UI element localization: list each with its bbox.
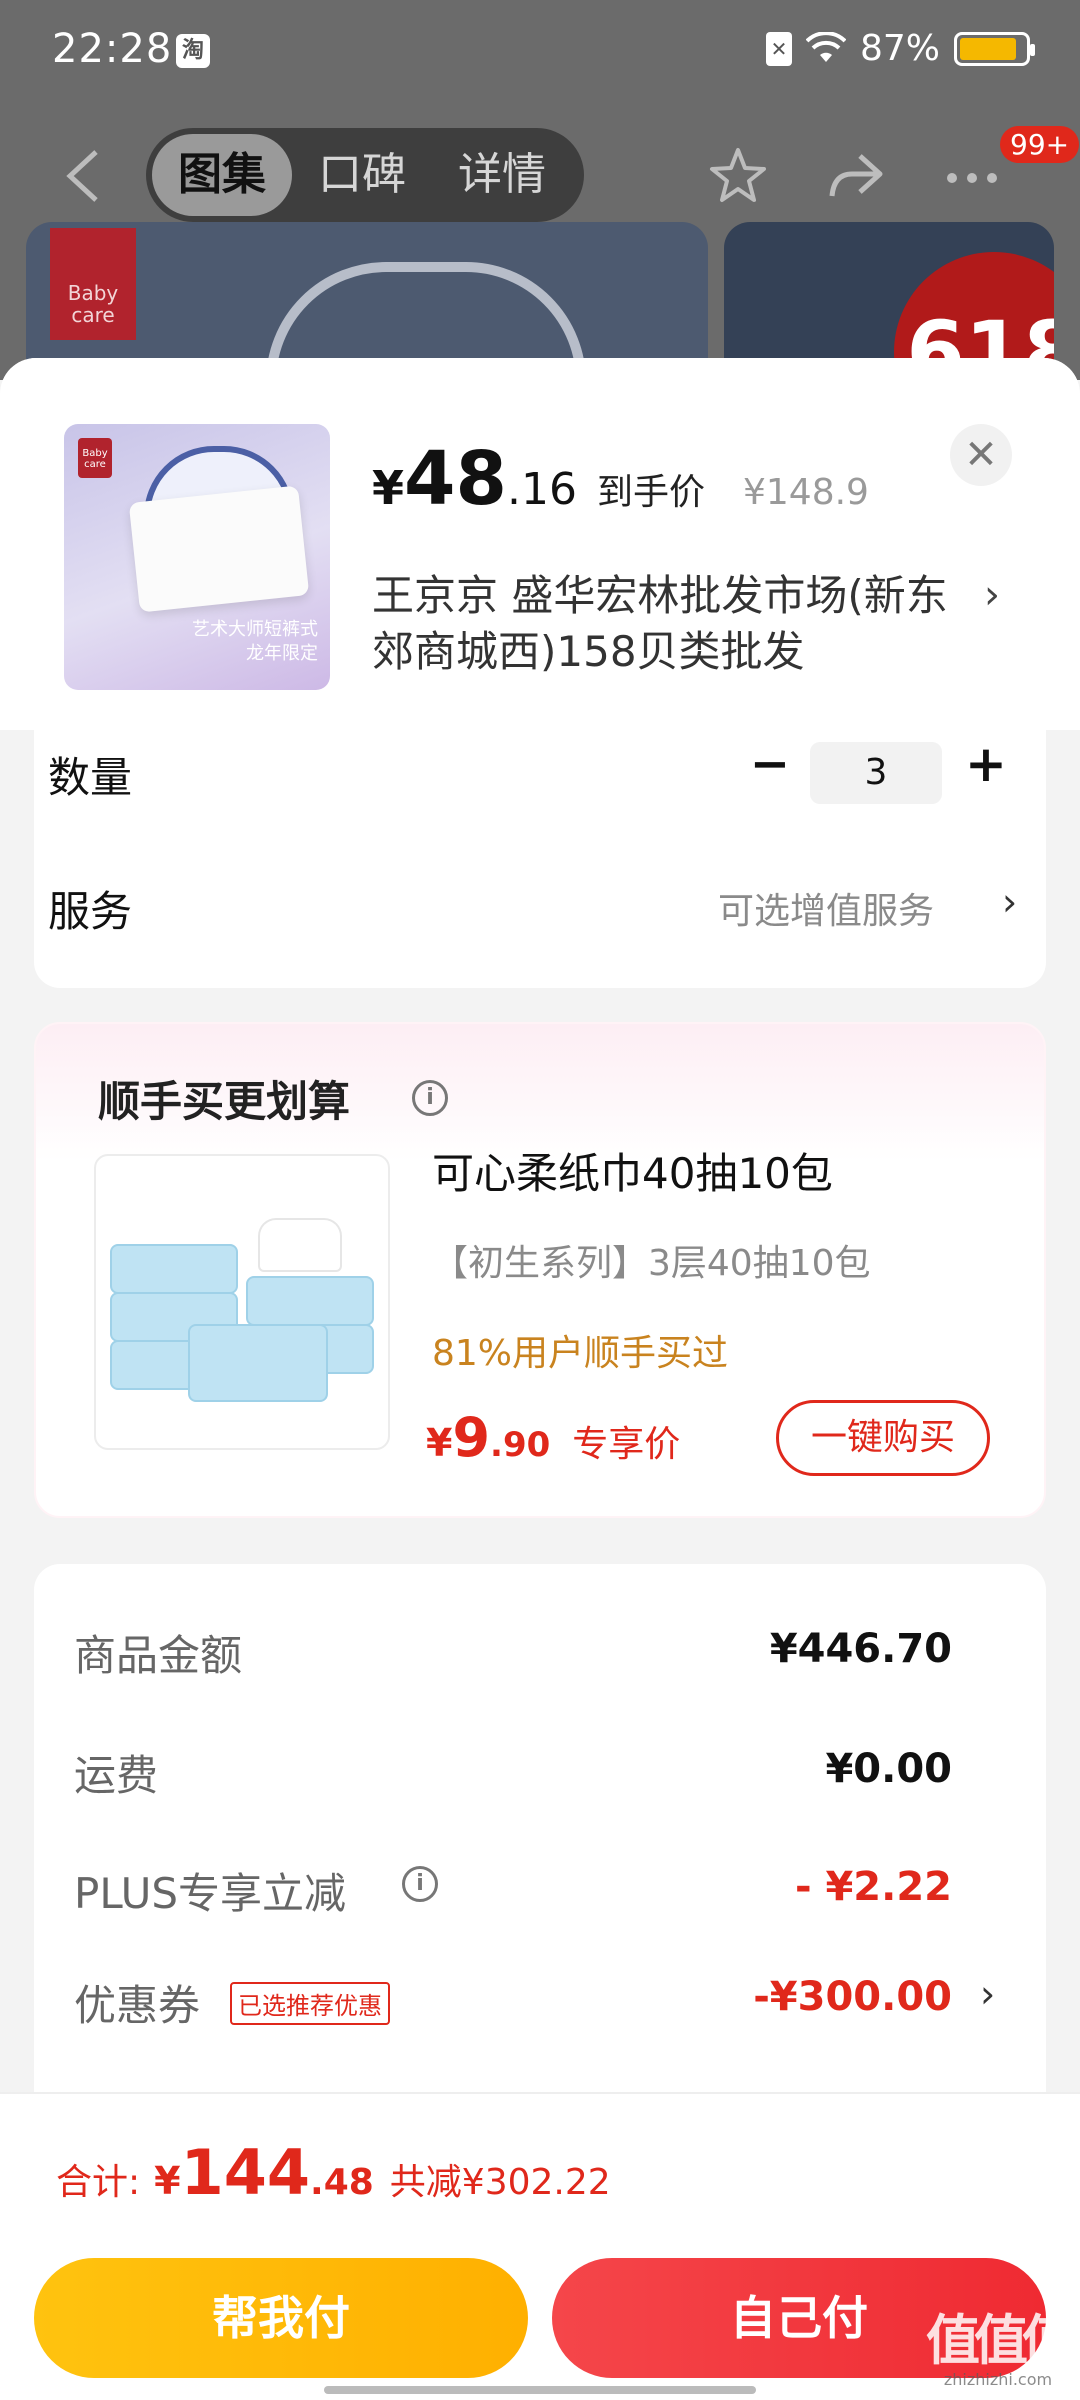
coupon-label: 优惠券 — [74, 1981, 201, 2030]
plus-discount-label: PLUS专享立减 — [74, 1869, 347, 1918]
media-tab-group: 图集 口碑 详情 — [146, 128, 584, 222]
quantity-service-card: 数量 − 3 + 服务 可选增值服务 › — [34, 730, 1046, 988]
original-price: ¥148.9 — [743, 472, 869, 513]
tissue-pack-graphic — [110, 1244, 238, 1294]
close-icon[interactable]: ✕ — [950, 424, 1012, 486]
no-sim-icon: ✕ — [765, 31, 792, 66]
one-click-buy-button[interactable]: 一键购买 — [776, 1400, 990, 1476]
total-savings: 共减¥302.22 — [389, 2162, 611, 2203]
battery-percent: 87% — [859, 28, 940, 69]
addon-recommendation-card: 顺手买更划算 i 可心柔纸巾40抽10包 【初生系列】3层40抽10包 81%用… — [34, 1022, 1046, 1518]
plus-discount-value: - ¥2.22 — [794, 1864, 952, 1910]
addon-purchase-stat: 81%用户顺手买过 — [432, 1333, 729, 1374]
watermark-domain: zhizhizhi.com — [943, 2370, 1053, 2389]
total-integer: 144 — [180, 2136, 311, 2209]
addon-product-image[interactable] — [94, 1154, 390, 1450]
watermark-logo: 值值值 zhizhizhi.com — [926, 2309, 1076, 2390]
info-icon[interactable]: i — [412, 1080, 448, 1116]
thumb-caption-line1: 艺术大师短裤式 — [192, 619, 318, 640]
shipping-value: ¥0.00 — [825, 1746, 952, 1792]
checkout-footer: 合计: ¥ 144 .48 共减¥302.22 帮我付 自己付 — [0, 2092, 1080, 2400]
addon-title: 顺手买更划算 — [98, 1077, 351, 1126]
sheet-header: Baby care 艺术大师短裤式 龙年限定 ¥ 48 .16 到手价 ¥148… — [0, 358, 1080, 730]
subtotal-label: 商品金额 — [74, 1631, 243, 1680]
addon-price-currency: ¥ — [426, 1421, 453, 1465]
tissue-pack-graphic — [246, 1276, 374, 1326]
thumb-pack-graphic — [128, 485, 310, 613]
message-count-badge: 99+ — [1000, 126, 1080, 163]
addon-price-integer: 9 — [452, 1406, 491, 1469]
subtotal-value: ¥446.70 — [769, 1626, 952, 1672]
more-menu-icon[interactable] — [940, 144, 1004, 208]
product-thumbnail[interactable]: Baby care 艺术大师短裤式 龙年限定 — [64, 424, 330, 690]
quantity-stepper[interactable]: 3 — [810, 742, 942, 804]
status-bar: 22:28 淘 ✕ 87% — [0, 0, 1080, 100]
home-indicator[interactable] — [324, 2386, 756, 2394]
ask-friend-pay-button[interactable]: 帮我付 — [34, 2258, 528, 2378]
service-label: 服务 — [48, 887, 133, 936]
shop-name[interactable]: 王京京 盛华宏林批发市场(新东郊商城西)158贝类批发 — [372, 568, 972, 680]
price-decimal: .16 — [507, 464, 577, 515]
battery-icon — [954, 31, 1035, 66]
price-row: ¥ 48 .16 到手价 ¥148.9 — [372, 436, 869, 522]
addon-price-decimal: .90 — [490, 1425, 551, 1465]
tab-reviews[interactable]: 口碑 — [292, 134, 432, 216]
total-label: 合计: — [56, 2162, 141, 2203]
final-price-label: 到手价 — [596, 472, 705, 513]
quantity-increase-button[interactable]: + — [958, 736, 1014, 792]
price-currency: ¥ — [372, 461, 405, 515]
product-nav-bar: 图集 口碑 详情 99+ — [0, 126, 1080, 224]
wifi-icon — [805, 30, 847, 66]
thumb-caption-line2: 龙年限定 — [246, 643, 318, 664]
share-icon[interactable] — [824, 144, 888, 208]
quantity-decrease-button[interactable]: − — [742, 736, 798, 792]
addon-price: ¥ 9 .90 专享价 — [426, 1406, 680, 1469]
status-indicators: ✕ 87% — [765, 28, 1035, 69]
coupon-recommended-tag: 已选推荐优惠 — [230, 1982, 390, 2025]
taobao-notification-icon: 淘 — [176, 34, 210, 68]
tab-gallery[interactable]: 图集 — [152, 134, 292, 216]
back-arrow-icon[interactable] — [60, 148, 106, 204]
battery-level-fill — [960, 37, 1016, 60]
total-decimal: .48 — [310, 2162, 374, 2203]
tissue-sheet-graphic — [260, 1220, 340, 1270]
tab-details[interactable]: 详情 — [432, 134, 572, 216]
quantity-label: 数量 — [48, 753, 133, 802]
brand-logo: Baby care — [50, 228, 136, 340]
thumb-caption: 艺术大师短裤式 龙年限定 — [64, 618, 330, 666]
chevron-right-icon[interactable]: › — [1002, 880, 1017, 924]
info-icon[interactable]: i — [402, 1866, 438, 1902]
service-option[interactable]: 可选增值服务 — [718, 882, 934, 934]
coupon-value[interactable]: -¥300.00 — [753, 1974, 952, 2020]
addon-product-name[interactable]: 可心柔纸巾40抽10包 — [432, 1140, 833, 1201]
shipping-label: 运费 — [74, 1751, 159, 1800]
order-summary-card: 商品金额 ¥446.70 运费 ¥0.00 PLUS专享立减 i - ¥2.22… — [34, 1564, 1046, 2164]
favorite-star-icon[interactable] — [706, 144, 770, 208]
watermark-text: 值值值 — [926, 2309, 1076, 2372]
tissue-pack-graphic — [188, 1324, 328, 1402]
addon-price-label: 专享价 — [572, 1424, 681, 1465]
total-row: 合计: ¥ 144 .48 共减¥302.22 — [56, 2136, 611, 2209]
price-integer: 48 — [404, 436, 507, 522]
status-time: 22:28 — [52, 26, 173, 72]
chevron-right-icon[interactable]: › — [980, 1972, 995, 2016]
addon-product-spec: 【初生系列】3层40抽10包 — [432, 1243, 871, 1284]
chevron-right-icon[interactable]: › — [984, 572, 1000, 618]
total-currency: ¥ — [154, 2159, 181, 2203]
thumb-brand-logo: Baby care — [78, 438, 112, 478]
